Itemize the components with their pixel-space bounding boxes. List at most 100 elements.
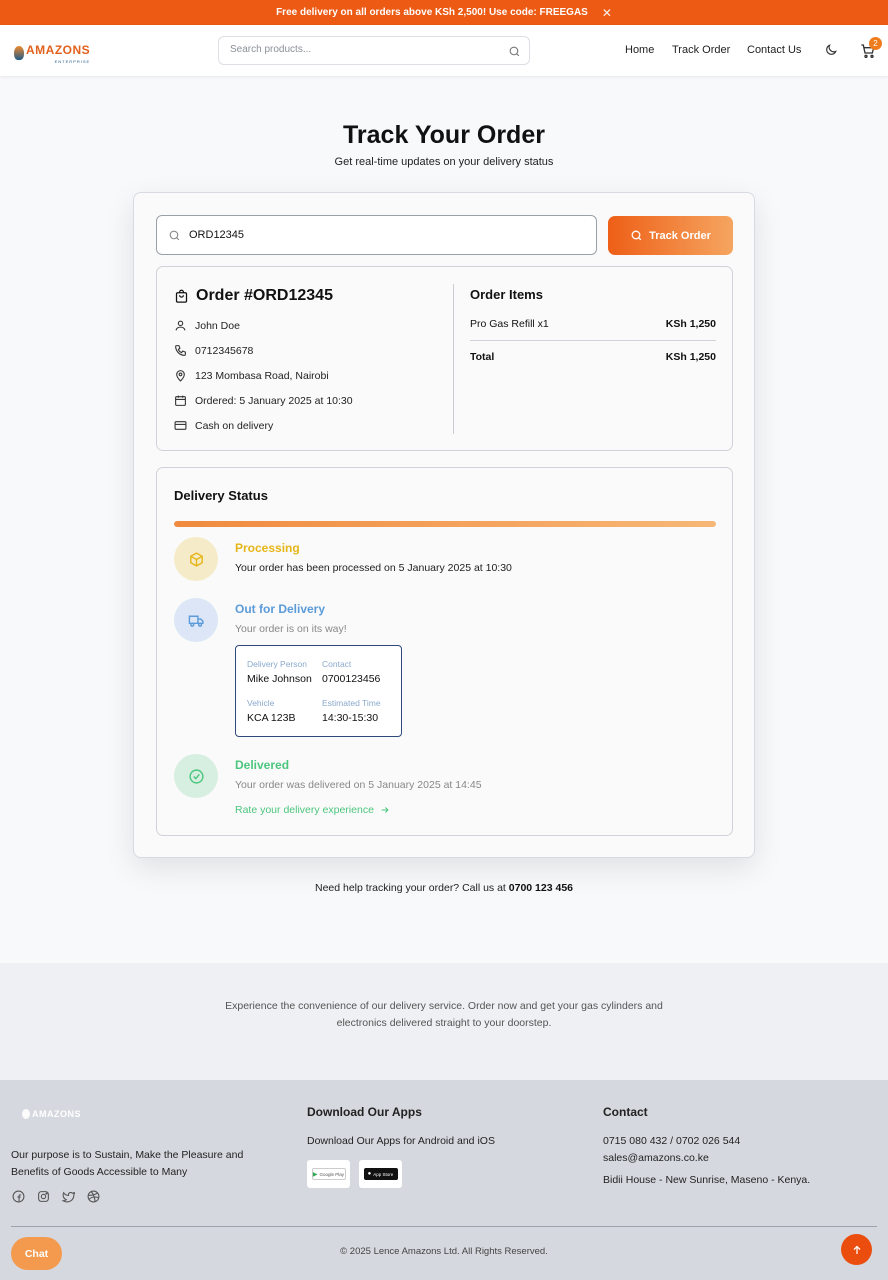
track-order-button[interactable]: Track Order bbox=[608, 216, 733, 255]
instagram-icon[interactable] bbox=[37, 1190, 50, 1203]
item-name: Pro Gas Refill x1 bbox=[470, 318, 549, 330]
step-delivery-title: Out for Delivery bbox=[235, 602, 326, 616]
delivery-address: 123 Mombasa Road, Nairobi bbox=[195, 369, 329, 382]
google-play-button[interactable]: ▶ Google Play bbox=[307, 1160, 350, 1188]
search-icon bbox=[631, 230, 642, 241]
search-icon[interactable] bbox=[508, 45, 521, 58]
search-icon bbox=[169, 230, 180, 241]
courier-vehicle: Vehicle KCA 123B bbox=[247, 698, 295, 724]
search-input[interactable] bbox=[230, 44, 500, 55]
step-delivery-icon-wrap bbox=[174, 598, 218, 642]
calendar-icon bbox=[175, 395, 186, 406]
page-title: Track Your Order bbox=[343, 121, 545, 149]
courier-eta: Estimated Time 14:30-15:30 bbox=[322, 698, 381, 724]
dribbble-icon[interactable] bbox=[87, 1190, 100, 1203]
contact-email[interactable]: sales@amazons.co.ke bbox=[603, 1152, 709, 1164]
page-subtitle: Get real-time updates on your delivery s… bbox=[334, 156, 554, 168]
google-play-badge: ▶ Google Play bbox=[311, 1168, 346, 1180]
courier-details: Delivery Person Mike Johnson Contact 070… bbox=[235, 645, 402, 737]
logo-subtext: ENTERPRISE bbox=[54, 59, 91, 64]
nav-contact-us[interactable]: Contact Us bbox=[747, 44, 801, 56]
phone-row: 0712345678 bbox=[174, 344, 253, 357]
delivery-progress-bar bbox=[174, 521, 716, 527]
footer-logo[interactable]: AMAZONS bbox=[22, 1109, 81, 1119]
chat-label: Chat bbox=[24, 1247, 49, 1260]
customer-name: John Doe bbox=[195, 319, 240, 332]
step-processing-title: Processing bbox=[235, 541, 300, 555]
divider bbox=[453, 284, 454, 434]
courier-eta-label: Estimated Time bbox=[322, 698, 381, 708]
cta-text: Experience the convenience of our delive… bbox=[225, 1000, 663, 1029]
order-number-input[interactable] bbox=[189, 229, 569, 241]
address-row: 123 Mombasa Road, Nairobi bbox=[174, 369, 329, 382]
customer-row: John Doe bbox=[174, 319, 240, 332]
step-delivered-desc: Your order was delivered on 5 January 20… bbox=[235, 779, 482, 791]
help-label: Need help tracking your order? Call us a… bbox=[314, 882, 509, 894]
divider bbox=[470, 340, 716, 341]
social-links bbox=[12, 1190, 100, 1203]
search-box bbox=[218, 36, 530, 65]
check-circle-icon bbox=[188, 768, 204, 784]
order-heading: Order #ORD12345 bbox=[174, 287, 333, 305]
progress-fill bbox=[174, 521, 716, 527]
apps-heading: Download Our Apps bbox=[307, 1105, 422, 1119]
item-price: KSh 1,250 bbox=[665, 318, 716, 330]
footer-purpose: Our purpose is to Sustain, Make the Plea… bbox=[11, 1149, 244, 1178]
truck-icon bbox=[188, 615, 204, 627]
step-delivered-icon-wrap bbox=[174, 754, 218, 798]
help-text: Need help tracking your order? Call us a… bbox=[0, 882, 888, 894]
order-number: Order #ORD12345 bbox=[196, 287, 333, 304]
promo-text: Free delivery on all orders above KSh 2,… bbox=[276, 7, 588, 18]
contact-address: Bidii House - New Sunrise, Maseno - Keny… bbox=[603, 1174, 811, 1186]
apps-text: Download Our Apps for Android and iOS bbox=[307, 1135, 495, 1147]
order-item-row: Pro Gas Refill x1 KSh 1,250 bbox=[470, 318, 716, 330]
flame-icon bbox=[14, 45, 24, 60]
courier-eta-value: 14:30-15:30 bbox=[322, 712, 379, 724]
scroll-top-button[interactable] bbox=[841, 1234, 872, 1265]
courier-person-value: Mike Johnson bbox=[247, 673, 312, 685]
logo[interactable]: AMAZONS ENTERPRISE bbox=[14, 41, 90, 64]
courier-contact-value[interactable]: 0700123456 bbox=[322, 673, 380, 685]
twitter-icon[interactable] bbox=[62, 1190, 75, 1203]
app-store-button[interactable]: ● App Store bbox=[359, 1160, 402, 1188]
moon-icon[interactable] bbox=[824, 43, 838, 57]
credit-card-icon bbox=[174, 421, 187, 430]
promo-banner: Free delivery on all orders above KSh 2,… bbox=[0, 0, 888, 25]
facebook-icon[interactable] bbox=[12, 1190, 25, 1203]
total-value: KSh 1,250 bbox=[665, 351, 716, 363]
close-icon[interactable]: ✕ bbox=[602, 6, 612, 20]
flame-icon bbox=[22, 1109, 30, 1119]
footer-divider bbox=[11, 1226, 877, 1227]
arrow-up-icon bbox=[853, 1245, 860, 1254]
nav-home[interactable]: Home bbox=[625, 44, 654, 56]
step-processing-icon-wrap bbox=[174, 537, 218, 581]
courier-vehicle-value: KCA 123B bbox=[247, 712, 296, 724]
courier-person: Delivery Person Mike Johnson bbox=[247, 659, 312, 685]
phone-icon bbox=[175, 345, 186, 356]
cta-section: Experience the convenience of our delive… bbox=[0, 963, 888, 1080]
rate-delivery-label: Rate your delivery experience bbox=[235, 804, 374, 816]
step-delivered-title: Delivered bbox=[235, 758, 290, 772]
apple-icon: ● bbox=[367, 1171, 372, 1177]
help-phone[interactable]: 0700 123 456 bbox=[509, 882, 573, 894]
courier-contact: Contact 0700123456 bbox=[322, 659, 380, 685]
courier-contact-label: Contact bbox=[322, 659, 352, 669]
footer-logo-text: AMAZONS bbox=[32, 1109, 81, 1119]
chat-button[interactable]: Chat bbox=[11, 1237, 62, 1270]
delivery-status-heading: Delivery Status bbox=[174, 488, 268, 503]
contact-phones[interactable]: 0715 080 432 / 0702 026 544 bbox=[603, 1135, 740, 1147]
map-pin-icon bbox=[176, 370, 185, 382]
courier-person-label: Delivery Person bbox=[247, 659, 307, 669]
cart-count-badge: 2 bbox=[869, 37, 882, 50]
rate-delivery-link[interactable]: Rate your delivery experience bbox=[235, 804, 390, 816]
step-processing-desc: Your order has been processed on 5 Janua… bbox=[235, 562, 512, 574]
copyright: © 2025 Lence Amazons Ltd. All Rights Res… bbox=[340, 1246, 548, 1257]
tracking-card: Track Order Order #ORD12345 John Doe 071… bbox=[133, 192, 755, 858]
nav-track-order[interactable]: Track Order bbox=[672, 44, 730, 56]
order-total-row: Total KSh 1,250 bbox=[470, 351, 716, 363]
site-header: AMAZONS ENTERPRISE Home Track Order Cont… bbox=[0, 25, 888, 76]
ordered-row: Ordered: 5 January 2025 at 10:30 bbox=[174, 394, 353, 407]
courier-vehicle-label: Vehicle bbox=[247, 698, 275, 708]
delivery-status: Delivery Status Processing Your order ha… bbox=[156, 467, 733, 836]
contact-heading: Contact bbox=[603, 1105, 648, 1119]
